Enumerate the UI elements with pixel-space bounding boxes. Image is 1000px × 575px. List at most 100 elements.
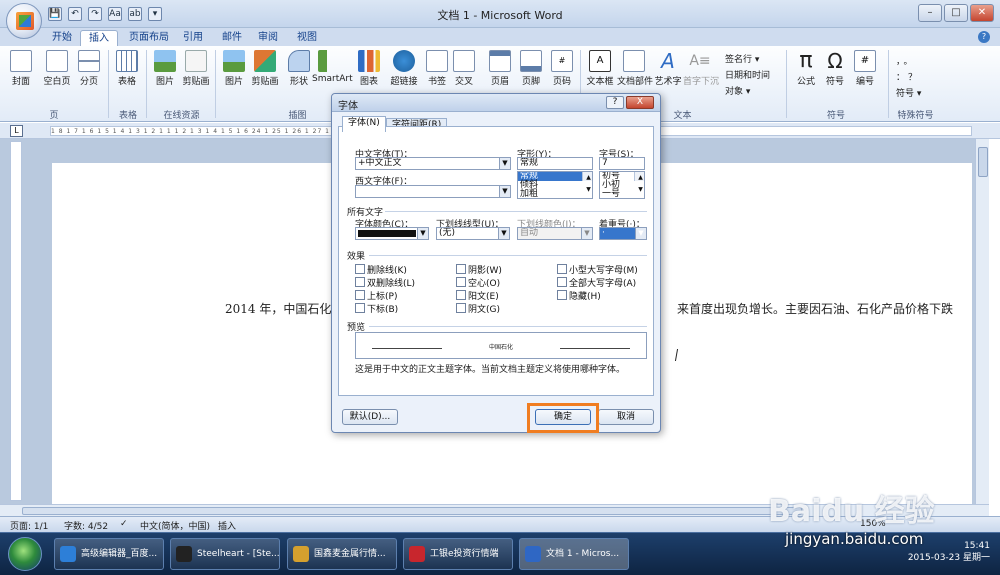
word-count[interactable]: 字数: 4/52 [64, 519, 108, 532]
font-info-text: 这是用于中文的正文主题字体。当前文档主题定义将使用哪种字体。 [355, 365, 626, 375]
list-scrollbar[interactable]: ▲ ▼ [582, 172, 592, 193]
vertical-ruler[interactable] [10, 141, 22, 501]
tab-home[interactable]: 开始 [52, 30, 72, 46]
task-browser[interactable]: 高级编辑器_百度... [54, 538, 164, 570]
dialog-title-bar[interactable]: 字体 ? X [332, 94, 660, 112]
vertical-scrollbar[interactable] [975, 139, 989, 504]
picture2-button[interactable]: 图片 [217, 50, 251, 87]
table-button[interactable]: 表格 [110, 50, 144, 87]
office-button[interactable] [6, 3, 42, 39]
page-number-icon: # [551, 50, 573, 72]
task-metal-quotes[interactable]: 国鑫麦金属行情... [287, 538, 397, 570]
shapes-button[interactable]: 形状 [282, 50, 316, 87]
task-steelheart[interactable]: Steelheart - [Ste... [170, 538, 280, 570]
underline-select[interactable]: (无) ▼ [436, 227, 510, 240]
chevron-down-icon: ▼ [581, 228, 592, 239]
tab-mailings[interactable]: 邮件 [222, 30, 242, 46]
outline-checkbox[interactable]: 空心(O) [456, 276, 500, 289]
clip-art-button[interactable]: 剪贴画 [179, 50, 213, 87]
tab-review[interactable]: 审阅 [258, 30, 278, 46]
app-icon [176, 546, 192, 562]
header-button[interactable]: 页眉 [483, 50, 517, 87]
strikethrough-checkbox[interactable]: 删除线(K) [355, 263, 407, 276]
chevron-down-icon: ▼ [635, 228, 646, 239]
close-window-button[interactable]: ✕ [970, 4, 994, 22]
task-word[interactable]: 文档 1 - Micros... [519, 538, 629, 570]
size-input[interactable]: 7 [599, 157, 645, 170]
special-symbols-menu[interactable]: 符号 ▾ [896, 86, 921, 99]
pi-icon: π [799, 48, 813, 73]
ie-icon [60, 546, 76, 562]
style-list[interactable]: 常规 倾斜 加粗 ▲ ▼ [517, 171, 593, 199]
blank-page-button[interactable]: 空白页 [40, 50, 74, 87]
western-font-select[interactable]: ▼ [355, 185, 511, 198]
symbol-button[interactable]: Ω 符号 [818, 50, 852, 87]
superscript-checkbox[interactable]: 上标(P) [355, 289, 397, 302]
tab-font[interactable]: 字体(N) [342, 116, 386, 132]
hyperlink-button[interactable]: 超链接 [387, 50, 421, 87]
list-scrollbar[interactable]: ▲ ▼ [634, 172, 644, 193]
font-color-select[interactable]: ▼ [355, 227, 429, 240]
tab-insert[interactable]: 插入 [80, 30, 118, 46]
cover-button[interactable]: 封面 [4, 50, 38, 87]
divider [385, 211, 647, 212]
window-controls: – □ ✕ [918, 4, 994, 22]
small-caps-checkbox[interactable]: 小型大写字母(M) [557, 263, 638, 276]
shadow-checkbox[interactable]: 阴影(W) [456, 263, 502, 276]
tab-page-layout[interactable]: 页面布局 [129, 30, 169, 46]
size-list[interactable]: 初号 小初 一号 ▲ ▼ [599, 171, 645, 199]
emphasis-select[interactable]: · ▼ [599, 227, 647, 240]
double-strikethrough-checkbox[interactable]: 双删除线(L) [355, 276, 415, 289]
tab-references[interactable]: 引用 [183, 30, 203, 46]
hscroll-thumb[interactable] [22, 507, 802, 515]
page-number-button[interactable]: # 页码 [545, 50, 579, 87]
emboss-checkbox[interactable]: 阳文(E) [456, 289, 499, 302]
chevron-down-icon: ▼ [499, 158, 510, 169]
object-button[interactable]: 对象 ▾ [725, 84, 750, 97]
style-input[interactable]: 常规 [517, 157, 593, 170]
textbox-button[interactable]: A 文本框 [583, 50, 617, 87]
quick-parts-button[interactable]: 文档部件 [617, 50, 653, 87]
cross-ref-icon [453, 50, 475, 72]
page-count[interactable]: 页面: 1/1 [10, 519, 48, 532]
help-icon[interactable]: ? [978, 31, 990, 43]
insert-mode[interactable]: 插入 [218, 519, 236, 532]
scroll-thumb[interactable] [978, 147, 988, 177]
hidden-checkbox[interactable]: 隐藏(H) [557, 289, 601, 302]
tab-view[interactable]: 视图 [297, 30, 317, 46]
picture-button[interactable]: 图片 [148, 50, 182, 87]
signature-line-button[interactable]: 签名行 ▾ [725, 52, 759, 65]
wordart-button[interactable]: A 艺术字 [651, 50, 685, 87]
task-icbc[interactable]: 工银e投资行情端 [403, 538, 513, 570]
tab-stop-button[interactable]: L [10, 125, 23, 137]
clipart2-button[interactable]: 剪贴画 [248, 50, 282, 87]
maximize-button[interactable]: □ [944, 4, 968, 22]
default-button[interactable]: 默认(D)... [342, 409, 398, 425]
language[interactable]: 中文(简体，中国) [140, 519, 210, 532]
all-caps-checkbox[interactable]: 全部大写字母(A) [557, 276, 636, 289]
dialog-help-button[interactable]: ? [606, 96, 624, 109]
list-item[interactable]: 加粗 [518, 190, 592, 199]
document-text-right[interactable]: 来首度出现负增长。主要因石油、石化产品价格下跌 [677, 300, 953, 317]
chinese-font-select[interactable]: +中文正文 ▼ [355, 157, 511, 170]
cancel-button[interactable]: 取消 [598, 409, 654, 425]
date-time-button[interactable]: 日期和时间 [725, 68, 770, 81]
cross-ref-button[interactable]: 交叉 [447, 50, 481, 87]
proofing-icon[interactable]: ✓ [120, 519, 128, 529]
office-logo-icon [16, 12, 34, 30]
drop-cap-button[interactable]: A≡ 首字下沉 [683, 50, 719, 87]
smartart-button[interactable]: SmartArt [312, 50, 353, 84]
subscript-checkbox[interactable]: 下标(B) [355, 302, 398, 315]
shapes-icon [288, 50, 310, 72]
start-button[interactable] [8, 537, 42, 571]
dialog-close-button[interactable]: X [626, 96, 654, 109]
chart-button[interactable]: 图表 [352, 50, 386, 87]
minimize-button[interactable]: – [918, 4, 942, 22]
footer-button[interactable]: 页脚 [514, 50, 548, 87]
engrave-checkbox[interactable]: 阴文(G) [456, 302, 500, 315]
number-button[interactable]: # 编号 [848, 50, 882, 87]
ok-highlight-box [527, 403, 599, 433]
page-break-button[interactable]: 分页 [72, 50, 106, 87]
special-symbols-grid-2[interactable]: ：？ [896, 70, 920, 83]
special-symbols-grid[interactable]: ，。 [896, 54, 916, 67]
